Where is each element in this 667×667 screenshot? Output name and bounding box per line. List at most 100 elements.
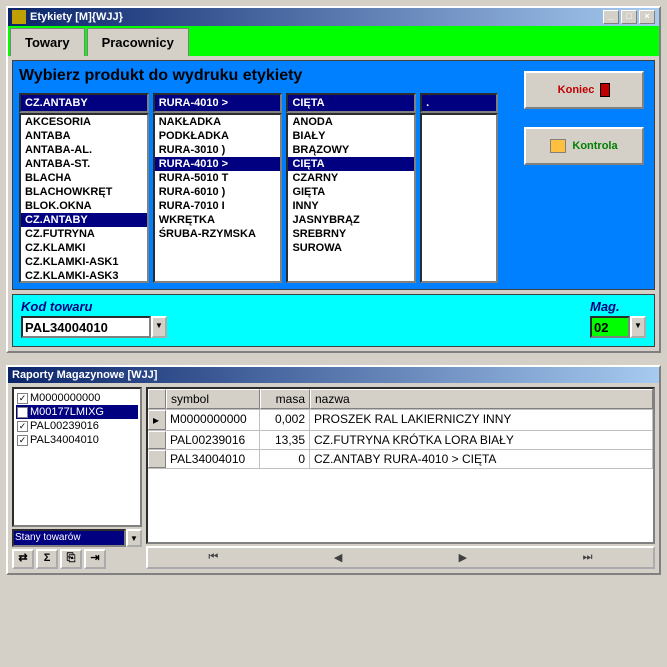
list-item[interactable]: WKRĘTKA [155,213,281,227]
grid-navigator: ⏮ ◀ ▶ ⏭ [146,546,655,569]
list-hdr-4[interactable]: . [420,93,498,113]
list-col-2: RURA-4010 > NAKŁADKAPODKŁADKARURA-3010 )… [153,93,283,283]
kod-input[interactable] [21,316,151,338]
list-item[interactable]: BRĄZOWY [288,143,414,157]
list-item[interactable]: CZ.KLAMKI [21,241,147,255]
kod-group: Kod towaru ▼ [21,299,167,338]
raporty-window: Raporty Magazynowe [WJJ] ✓M0000000000M00… [6,365,661,575]
tree-label: PAL34004010 [30,433,99,447]
table-row[interactable]: PAL340040100CZ.ANTABY RURA-4010 > CIĘTA [148,450,653,469]
list-item[interactable]: ANTABA [21,129,147,143]
checkbox-icon[interactable] [17,407,28,418]
tree-item[interactable]: ✓M0000000000 [16,391,138,405]
tree[interactable]: ✓M0000000000M00177LMIXG✓PAL00239016✓PAL3… [12,387,142,527]
titlebar-2[interactable]: Raporty Magazynowe [WJJ] [8,367,659,383]
list-item[interactable]: RURA-7010 I [155,199,281,213]
checkbox-icon[interactable]: ✓ [17,421,28,432]
cell-symbol: PAL00239016 [166,431,260,449]
nav-button[interactable]: ⏮ [193,551,233,564]
list-item[interactable]: RURA-6010 ) [155,185,281,199]
list-item[interactable]: PODKŁADKA [155,129,281,143]
list-hdr-1[interactable]: CZ.ANTABY [19,93,149,113]
cell-symbol: M0000000000 [166,410,260,430]
listbox-3[interactable]: ANODABIAŁYBRĄZOWYCIĘTACZARNYGIĘTAINNYJAS… [286,113,416,283]
kod-bar: Kod towaru ▼ Mag. ▼ [12,294,655,347]
koniec-label: Koniec [558,84,595,96]
koniec-button[interactable]: Koniec [524,71,644,109]
checkbox-icon[interactable]: ✓ [17,393,28,404]
list-item[interactable]: CIĘTA [288,157,414,171]
tree-item[interactable]: ✓PAL00239016 [16,419,138,433]
row-marker [148,450,166,468]
tree-item[interactable]: ✓PAL34004010 [16,433,138,447]
cell-symbol: PAL34004010 [166,450,260,468]
list-item[interactable]: ŚRUBA-RZYMSKA [155,227,281,241]
list-item[interactable]: CZ.FUTRYNA [21,227,147,241]
tabstrip: Towary Pracownicy [8,26,659,56]
list-item[interactable]: ANODA [288,115,414,129]
list-item[interactable]: BLACHOWKRĘT [21,185,147,199]
tree-item[interactable]: M00177LMIXG [16,405,138,419]
list-item[interactable]: RURA-3010 ) [155,143,281,157]
kontrola-button[interactable]: Kontrola [524,127,644,165]
list-item[interactable]: ANTABA-AL. [21,143,147,157]
right-pane: symbol masa nazwa ▸M00000000000,002PROSZ… [146,387,655,569]
toolbar-button[interactable]: ⎘ [60,549,82,569]
mag-input[interactable] [590,316,630,338]
toolbar-button[interactable]: ⇥ [84,549,106,569]
data-grid[interactable]: symbol masa nazwa ▸M00000000000,002PROSZ… [146,387,655,544]
main-panel: Wybierz produkt do wydruku etykiety Koni… [12,60,655,290]
nav-button[interactable]: ▶ [443,551,483,564]
list-hdr-3[interactable]: CIĘTA [286,93,416,113]
maximize-button[interactable]: □ [621,10,637,24]
table-row[interactable]: ▸M00000000000,002PROSZEK RAL LAKIERNICZY… [148,410,653,431]
list-item[interactable]: SREBRNY [288,227,414,241]
printer-icon [550,139,566,153]
tab-towary[interactable]: Towary [10,28,85,56]
listbox-2[interactable]: NAKŁADKAPODKŁADKARURA-3010 )RURA-4010 >R… [153,113,283,283]
tab-pracownicy[interactable]: Pracownicy [87,28,189,56]
list-item[interactable]: BLACHA [21,171,147,185]
list-item[interactable]: GIĘTA [288,185,414,199]
kod-dropdown[interactable]: ▼ [151,316,167,338]
list-item[interactable]: AKCESORIA [21,115,147,129]
window-title: Etykiety [M]{WJJ} [30,11,123,23]
col-masa[interactable]: masa [260,389,310,409]
window-title-2: Raporty Magazynowe [WJJ] [12,369,157,381]
nav-button[interactable]: ⏭ [568,551,608,564]
list-item[interactable]: SUROWA [288,241,414,255]
list-item[interactable]: JASNYBRĄZ [288,213,414,227]
listbox-4[interactable] [420,113,498,283]
list-item[interactable]: NAKŁADKA [155,115,281,129]
mag-dropdown[interactable]: ▼ [630,316,646,338]
listbox-1[interactable]: AKCESORIAANTABAANTABA-AL.ANTABA-ST.BLACH… [19,113,149,283]
kod-label: Kod towaru [21,299,167,314]
list-item[interactable]: RURA-5010 T [155,171,281,185]
nav-button[interactable]: ◀ [318,551,358,564]
minimize-button[interactable]: _ [603,10,619,24]
list-item[interactable]: BLOK.OKNA [21,199,147,213]
tree-mode-select[interactable]: Stany towarów [12,529,126,547]
col-symbol[interactable]: symbol [166,389,260,409]
list-item[interactable]: CZ.ANTABY [21,213,147,227]
list-item[interactable]: CZ.KLAMKI-ASK3 [21,269,147,283]
list-col-4: . [420,93,498,283]
list-item[interactable]: BIAŁY [288,129,414,143]
toolbar-button[interactable]: ⇄ [12,549,34,569]
table-row[interactable]: PAL0023901613,35CZ.FUTRYNA KRÓTKA LORA B… [148,431,653,450]
toolbar-button[interactable]: Σ [36,549,58,569]
row-marker: ▸ [148,410,166,430]
checkbox-icon[interactable]: ✓ [17,435,28,446]
list-item[interactable]: CZARNY [288,171,414,185]
list-item[interactable]: ANTABA-ST. [21,157,147,171]
list-hdr-2[interactable]: RURA-4010 > [153,93,283,113]
cell-masa: 13,35 [260,431,310,449]
list-item[interactable]: RURA-4010 > [155,157,281,171]
list-item[interactable]: CZ.KLAMKI-ASK1 [21,255,147,269]
tree-mode-dropdown[interactable]: ▼ [126,529,142,547]
close-button[interactable]: × [639,10,655,24]
titlebar[interactable]: Etykiety [M]{WJJ} _ □ × [8,8,659,26]
list-columns: CZ.ANTABY AKCESORIAANTABAANTABA-AL.ANTAB… [19,93,498,283]
col-nazwa[interactable]: nazwa [310,389,653,409]
list-item[interactable]: INNY [288,199,414,213]
